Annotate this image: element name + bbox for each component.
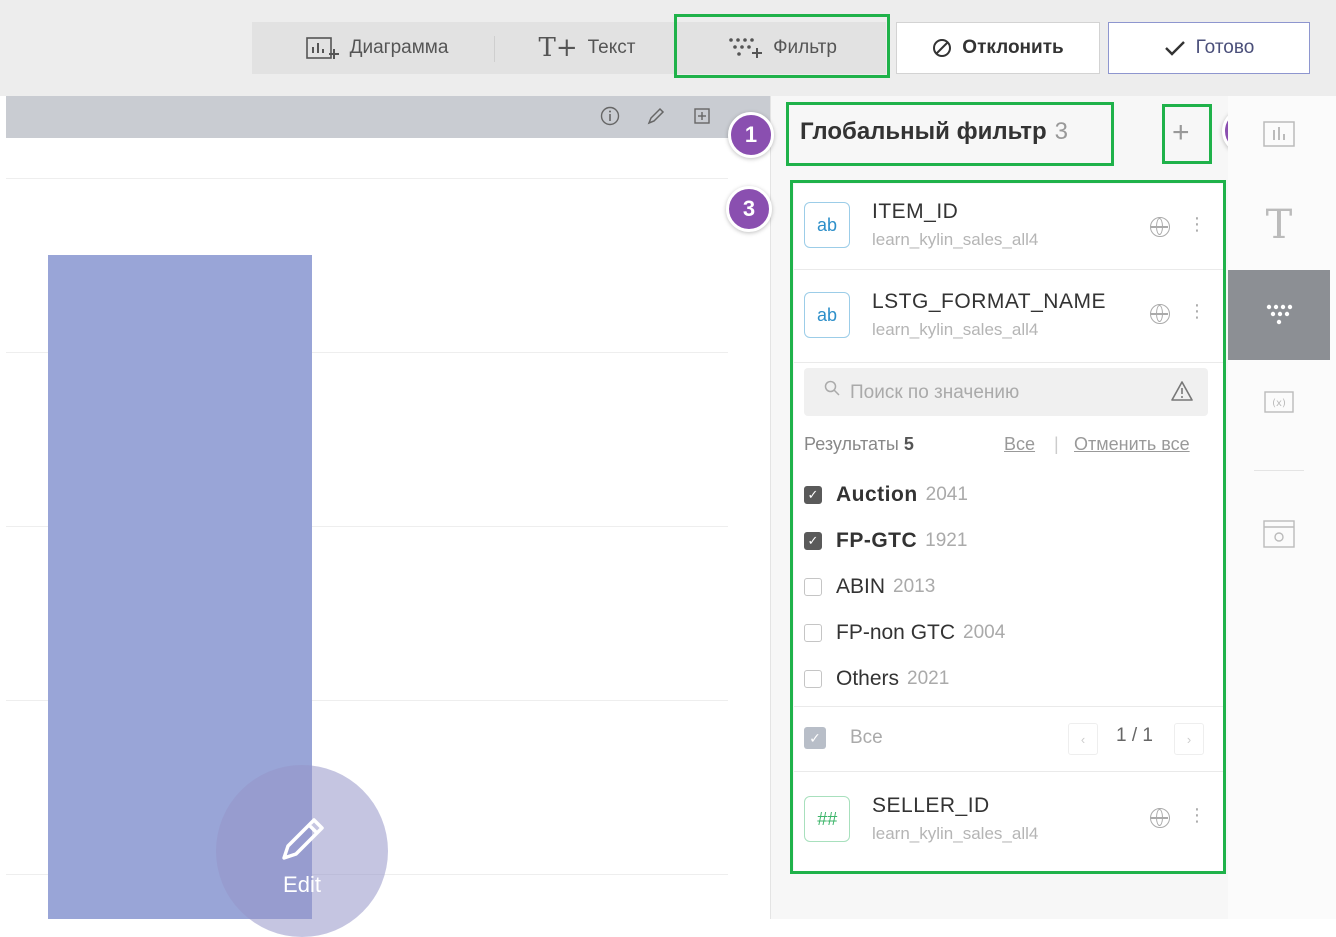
- step-badge-3: 3: [726, 186, 772, 232]
- chart-button-label: Диаграмма: [349, 37, 449, 58]
- title-highlight: [786, 102, 1114, 166]
- info-icon[interactable]: [600, 106, 620, 126]
- top-toolbar: Диаграмма T+ Текст Фильтр Отклонить Гото…: [0, 0, 1336, 96]
- filter-button-highlight: [674, 14, 890, 78]
- chart-add-icon: [305, 35, 340, 61]
- pencil-icon[interactable]: [646, 106, 666, 126]
- edit-pencil-icon: [278, 812, 330, 869]
- reject-button-label: Отклонить: [962, 37, 1064, 58]
- filter-list-highlight: [790, 180, 1226, 874]
- check-icon: [1164, 39, 1186, 57]
- gridline: [6, 178, 728, 179]
- text-add-icon: T+: [538, 33, 578, 63]
- edit-label: Edit: [283, 872, 321, 897]
- chart-button[interactable]: Диаграмма: [262, 22, 492, 74]
- filter-icon[interactable]: [1228, 292, 1330, 338]
- variable-icon[interactable]: (x): [1228, 384, 1330, 420]
- chart-canvas[interactable]: [6, 138, 770, 919]
- widget-settings-icon[interactable]: [1228, 512, 1330, 556]
- svg-text:(x): (x): [1272, 398, 1286, 409]
- text-icon[interactable]: T: [1228, 200, 1330, 250]
- strip-divider: [1254, 470, 1304, 471]
- add-filter-highlight: [1162, 104, 1212, 164]
- text-button[interactable]: T+ Текст: [500, 22, 674, 74]
- toolbar-divider: [494, 36, 495, 62]
- done-button[interactable]: Готово: [1108, 22, 1310, 74]
- text-button-label: Текст: [587, 37, 636, 58]
- done-button-label: Готово: [1195, 37, 1255, 58]
- reject-icon: [932, 38, 952, 58]
- step-badge-1: 1: [728, 112, 774, 158]
- reject-button[interactable]: Отклонить: [896, 22, 1100, 74]
- expand-icon[interactable]: [692, 106, 712, 126]
- chart-icon[interactable]: [1228, 112, 1330, 156]
